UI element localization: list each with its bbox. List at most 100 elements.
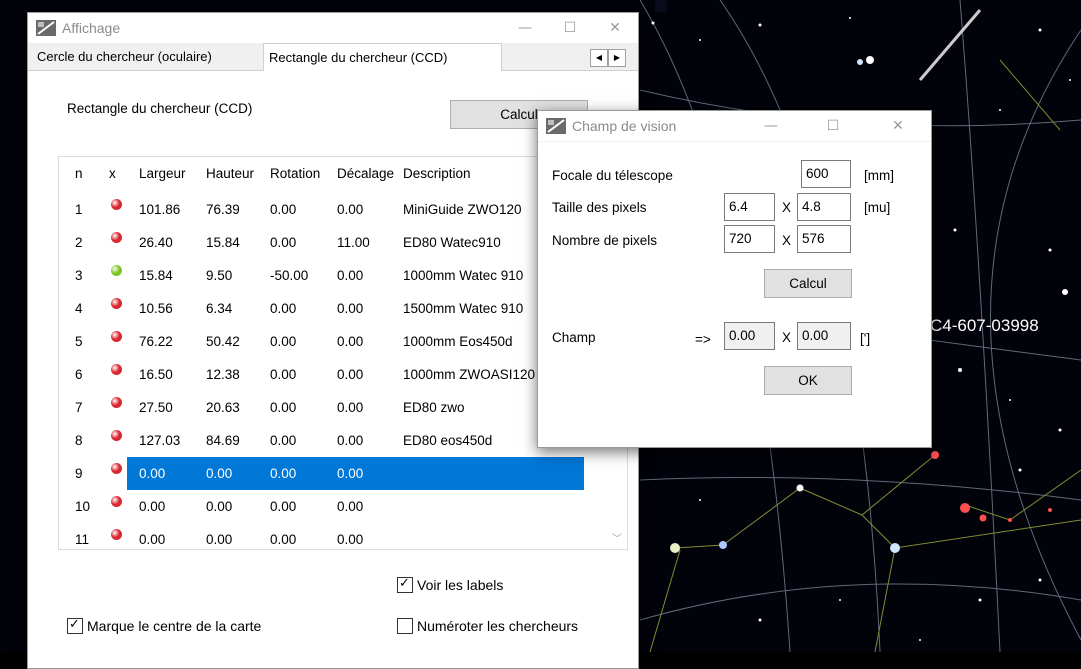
champ-x-output[interactable]: 0.00 [724, 322, 775, 350]
cell-n[interactable]: 8 [75, 424, 105, 457]
cell-hauteur[interactable]: 76.39 [206, 193, 268, 226]
status-dot-red-icon[interactable] [111, 463, 122, 474]
champ-calcul-button[interactable]: Calcul [764, 269, 852, 298]
status-dot-red-icon[interactable] [111, 430, 122, 441]
cell-n[interactable]: 2 [75, 226, 105, 259]
voir-labels-checkbox[interactable]: ✓ Voir les labels [397, 575, 503, 593]
table-row[interactable]: 4 10.56 6.34 0.00 0.00 1500mm Watec 910 [59, 292, 610, 325]
cell-largeur[interactable]: 0.00 [139, 523, 201, 549]
cell-n[interactable]: 11 [75, 523, 105, 549]
cell-n[interactable]: 6 [75, 358, 105, 391]
cell-largeur[interactable]: 26.40 [139, 226, 201, 259]
cell-largeur[interactable]: 0.00 [139, 490, 201, 523]
table-row[interactable]: 9 0.00 0.00 0.00 0.00 [59, 457, 610, 490]
cell-decalage[interactable]: 0.00 [337, 424, 399, 457]
champ-titlebar[interactable]: Champ de vision — ☐ ✕ [538, 111, 931, 141]
status-dot-red-icon[interactable] [111, 529, 122, 540]
maximize-icon[interactable]: ☐ [810, 111, 856, 141]
cell-n[interactable]: 5 [75, 325, 105, 358]
close-icon[interactable]: ✕ [592, 13, 638, 43]
cell-hauteur[interactable]: 50.42 [206, 325, 268, 358]
cell-rotation[interactable]: 0.00 [270, 490, 332, 523]
table-row[interactable]: 3 15.84 9.50 -50.00 0.00 1000mm Watec 910 [59, 259, 610, 292]
table-row[interactable]: 8 127.03 84.69 0.00 0.00 ED80 eos450d [59, 424, 610, 457]
cell-description[interactable] [403, 490, 583, 523]
tab-scroll-right-icon[interactable]: ▶ [608, 49, 626, 67]
cell-decalage[interactable]: 0.00 [337, 358, 399, 391]
table-row[interactable]: 1 101.86 76.39 0.00 0.00 MiniGuide ZWO120 [59, 193, 610, 226]
cell-description[interactable] [403, 457, 583, 490]
cell-rotation[interactable]: 0.00 [270, 457, 332, 490]
cell-hauteur[interactable]: 6.34 [206, 292, 268, 325]
status-dot-red-icon[interactable] [111, 364, 122, 375]
cell-rotation[interactable]: 0.00 [270, 292, 332, 325]
cell-rotation[interactable]: 0.00 [270, 424, 332, 457]
focale-input[interactable]: 600 [801, 160, 851, 188]
tab-rectangle[interactable]: Rectangle du chercheur (CCD) [263, 43, 502, 71]
cell-decalage[interactable]: 0.00 [337, 391, 399, 424]
cell-rotation[interactable]: 0.00 [270, 226, 332, 259]
col-header-x[interactable]: x [109, 157, 129, 190]
cell-hauteur[interactable]: 0.00 [206, 490, 268, 523]
cell-largeur[interactable]: 15.84 [139, 259, 201, 292]
tab-scroll-left-icon[interactable]: ◀ [590, 49, 608, 67]
close-icon[interactable]: ✕ [875, 111, 921, 141]
col-header-n[interactable]: n [75, 157, 105, 190]
cell-largeur[interactable]: 127.03 [139, 424, 201, 457]
maximize-icon[interactable]: ☐ [547, 13, 593, 43]
cell-largeur[interactable]: 0.00 [139, 457, 201, 490]
col-header-decalage[interactable]: Décalage [337, 157, 401, 190]
cell-rotation[interactable]: 0.00 [270, 358, 332, 391]
cell-n[interactable]: 3 [75, 259, 105, 292]
cell-decalage[interactable]: 0.00 [337, 523, 399, 549]
cell-hauteur[interactable]: 84.69 [206, 424, 268, 457]
cell-description[interactable] [403, 523, 583, 549]
cell-n[interactable]: 7 [75, 391, 105, 424]
status-dot-red-icon[interactable] [111, 199, 122, 210]
cell-largeur[interactable]: 76.22 [139, 325, 201, 358]
voir-labels-box[interactable]: ✓ [397, 575, 413, 593]
taille-y-input[interactable]: 4.8 [797, 193, 851, 221]
tab-cercle[interactable]: Cercle du chercheur (oculaire) [32, 45, 217, 69]
status-dot-red-icon[interactable] [111, 298, 122, 309]
status-dot-red-icon[interactable] [111, 496, 122, 507]
cell-rotation[interactable]: 0.00 [270, 325, 332, 358]
champ-y-output[interactable]: 0.00 [797, 322, 851, 350]
cell-rotation[interactable]: 0.00 [270, 391, 332, 424]
minimize-icon[interactable]: — [502, 13, 548, 43]
table-row[interactable]: 7 27.50 20.63 0.00 0.00 ED80 zwo [59, 391, 610, 424]
cell-largeur[interactable]: 27.50 [139, 391, 201, 424]
cell-n[interactable]: 10 [75, 490, 105, 523]
cell-largeur[interactable]: 10.56 [139, 292, 201, 325]
marque-centre-checkbox[interactable]: ✓ Marque le centre de la carte [67, 616, 261, 634]
cell-decalage[interactable]: 0.00 [337, 490, 399, 523]
numeroter-box[interactable] [397, 618, 413, 634]
table-row[interactable]: 10 0.00 0.00 0.00 0.00 [59, 490, 610, 523]
table-row[interactable]: 5 76.22 50.42 0.00 0.00 1000mm Eos450d [59, 325, 610, 358]
marque-centre-box[interactable]: ✓ [67, 616, 83, 634]
cell-decalage[interactable]: 0.00 [337, 259, 399, 292]
status-dot-red-icon[interactable] [111, 331, 122, 342]
cell-hauteur[interactable]: 15.84 [206, 226, 268, 259]
table-row[interactable]: 11 0.00 0.00 0.00 0.00 [59, 523, 610, 549]
taille-x-input[interactable]: 6.4 [724, 193, 775, 221]
minimize-icon[interactable]: — [748, 111, 794, 141]
status-dot-red-icon[interactable] [111, 397, 122, 408]
col-header-hauteur[interactable]: Hauteur [206, 157, 268, 190]
table-row[interactable]: 6 16.50 12.38 0.00 0.00 1000mm ZWOASI120 [59, 358, 610, 391]
cell-decalage[interactable]: 0.00 [337, 457, 399, 490]
ok-button[interactable]: OK [764, 366, 852, 395]
cell-decalage[interactable]: 0.00 [337, 292, 399, 325]
numeroter-checkbox[interactable]: Numéroter les chercheurs [397, 618, 578, 634]
cell-hauteur[interactable]: 0.00 [206, 523, 268, 549]
table-row[interactable]: 2 26.40 15.84 0.00 11.00 ED80 Watec910 [59, 226, 610, 259]
cell-rotation[interactable]: -50.00 [270, 259, 332, 292]
cell-hauteur[interactable]: 9.50 [206, 259, 268, 292]
status-dot-red-icon[interactable] [111, 232, 122, 243]
cell-decalage[interactable]: 11.00 [337, 226, 399, 259]
scroll-down-icon[interactable]: ﹀ [612, 530, 622, 545]
cell-hauteur[interactable]: 0.00 [206, 457, 268, 490]
affichage-titlebar[interactable]: Affichage — ☐ ✕ [28, 13, 638, 43]
cell-largeur[interactable]: 101.86 [139, 193, 201, 226]
nombre-x-input[interactable]: 720 [724, 225, 775, 253]
